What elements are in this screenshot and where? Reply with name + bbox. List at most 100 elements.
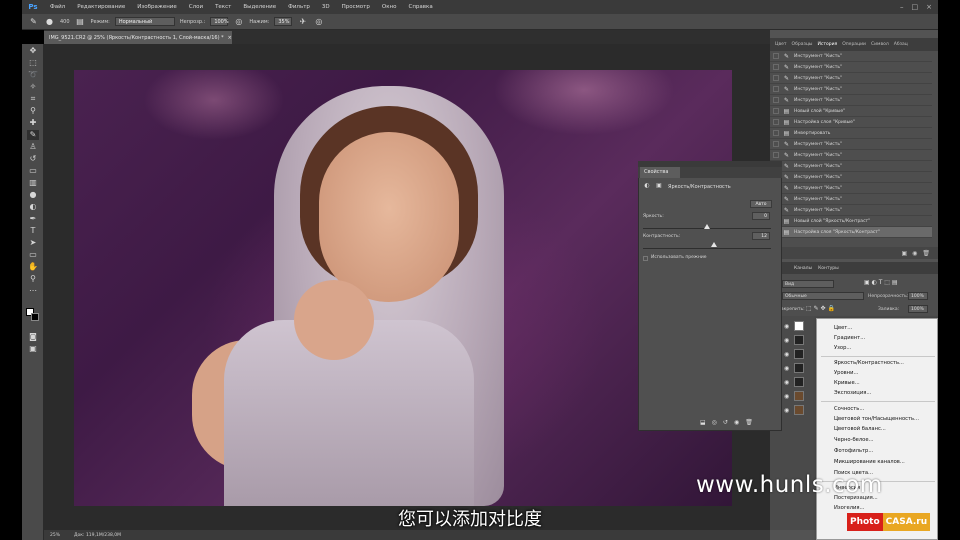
menu-type[interactable]: Текст (209, 4, 237, 10)
menu-item-solid-color[interactable]: Цвет... (834, 325, 852, 331)
history-checkbox[interactable] (773, 64, 779, 70)
eye-icon[interactable]: ◉ (784, 407, 791, 414)
trash-icon[interactable]: 🗑 (922, 250, 930, 257)
menu-help[interactable]: Справка (402, 4, 438, 10)
history-item[interactable]: ✎ Инструмент "Кисть" (770, 172, 932, 183)
quick-mask-icon[interactable]: ◙ (27, 332, 39, 342)
layer-opacity-field[interactable]: 100% (908, 292, 928, 300)
zoom-tool-icon[interactable]: ⚲ (27, 274, 39, 284)
menu-item-curves[interactable]: Кривые... (834, 380, 860, 386)
eye-icon[interactable]: ◉ (784, 365, 791, 372)
view-previous-icon[interactable]: ◎ (712, 419, 717, 426)
hand-tool-icon[interactable]: ✋ (27, 262, 39, 272)
menu-item-levels[interactable]: Уровни... (834, 370, 858, 376)
menu-item-color-balance[interactable]: Цветовой баланс... (834, 426, 886, 432)
blend-mode-select[interactable]: Обычные (782, 292, 864, 300)
menu-item-exposure[interactable]: Экспозиция... (834, 390, 871, 396)
tab-character[interactable]: Символ (871, 42, 889, 47)
history-item-selected[interactable]: ▤ Настройка слоя "Яркость/Контраст" (770, 227, 932, 238)
camera-icon[interactable]: ◉ (912, 250, 917, 257)
eye-icon[interactable]: ◉ (784, 323, 791, 330)
tab-color[interactable]: Цвет (775, 42, 787, 47)
menu-edit[interactable]: Редактирование (71, 4, 131, 10)
pressure-opacity-icon[interactable]: ◎ (233, 16, 244, 27)
brightness-slider-knob[interactable] (704, 224, 710, 229)
menu-item-photo-filter[interactable]: Фотофильтр... (834, 448, 873, 454)
contrast-field[interactable]: 12 (752, 232, 770, 240)
eye-icon[interactable]: ◉ (784, 393, 791, 400)
marquee-tool-icon[interactable]: ⬚ (27, 58, 39, 68)
history-item[interactable]: ✎ Инструмент "Кисть" (770, 183, 932, 194)
pen-tool-icon[interactable]: ✒ (27, 214, 39, 224)
menu-item-threshold[interactable]: Изогелия... (834, 505, 864, 511)
history-item[interactable]: ▤ Новый слой "Кривые" (770, 106, 932, 117)
contrast-slider-track[interactable] (643, 248, 771, 249)
tab-swatches[interactable]: Образцы (792, 42, 813, 47)
mode-select[interactable]: Нормальный (114, 17, 175, 26)
history-item[interactable]: ✎ Инструмент "Кисть" (770, 84, 932, 95)
healing-brush-tool-icon[interactable]: ✚ (27, 118, 39, 128)
mask-icon[interactable]: ▣ (655, 182, 663, 190)
history-item[interactable]: ✎ Инструмент "Кисть" (770, 73, 932, 84)
eye-icon[interactable]: ◉ (784, 379, 791, 386)
history-checkbox[interactable] (773, 108, 779, 114)
menu-item-black-white[interactable]: Черно-белое... (834, 437, 874, 443)
magic-wand-tool-icon[interactable]: ✧ (27, 82, 39, 92)
path-selection-tool-icon[interactable]: ➤ (27, 238, 39, 248)
shape-tool-icon[interactable]: ▭ (27, 250, 39, 260)
contrast-slider-knob[interactable] (711, 242, 717, 247)
brush-preset-icon[interactable]: ● (44, 16, 55, 27)
trash-icon[interactable]: 🗑 (745, 419, 753, 426)
visibility-icon[interactable]: ◉ (734, 419, 739, 426)
menu-item-gradient[interactable]: Градиент... (834, 335, 865, 341)
history-checkbox[interactable] (773, 75, 779, 81)
lock-icons[interactable]: ⬚ ✎ ✥ 🔒 (806, 305, 835, 312)
history-item[interactable]: ✎ Инструмент "Кисть" (770, 95, 932, 106)
move-tool-icon[interactable]: ✥ (27, 46, 39, 56)
menu-item-brightness-contrast[interactable]: Яркость/Контрастность... (834, 360, 904, 366)
gradient-tool-icon[interactable]: ▥ (27, 178, 39, 188)
maximize-button[interactable]: □ (912, 3, 919, 11)
lasso-tool-icon[interactable]: ➰ (27, 70, 39, 80)
history-item[interactable]: ▤ Настройка слоя "Кривые" (770, 117, 932, 128)
menu-item-hue-saturation[interactable]: Цветовой тон/Насыщенность... (834, 416, 919, 422)
history-checkbox[interactable] (773, 119, 779, 125)
history-checkbox[interactable] (773, 141, 779, 147)
history-item[interactable]: ✎ Инструмент "Кисть" (770, 62, 932, 73)
layer-kind-filter[interactable]: Вид (782, 280, 834, 288)
eraser-tool-icon[interactable]: ▭ (27, 166, 39, 176)
reset-icon[interactable]: ↺ (723, 419, 728, 426)
brush-icon[interactable]: ✎ (28, 16, 39, 27)
menu-image[interactable]: Изображение (131, 4, 183, 10)
zoom-level[interactable]: 25% (50, 533, 60, 538)
snapshot-from-state-icon[interactable]: ▣ (901, 250, 907, 257)
screen-mode-icon[interactable]: ▣ (27, 344, 39, 354)
menu-window[interactable]: Окно (376, 4, 403, 10)
history-checkbox[interactable] (773, 152, 779, 158)
history-brush-tool-icon[interactable]: ↺ (27, 154, 39, 164)
crop-tool-icon[interactable]: ⌗ (27, 94, 39, 104)
menu-layers[interactable]: Слои (183, 4, 209, 10)
history-item[interactable]: ✎ Инструмент "Кисть" (770, 205, 932, 216)
type-tool-icon[interactable]: T (27, 226, 39, 236)
tab-paths[interactable]: Контуры (818, 266, 839, 271)
tab-channels[interactable]: Каналы (794, 266, 812, 271)
opacity-field[interactable]: 100% (210, 17, 229, 26)
document-tab[interactable]: IMG_9521.CR2 @ 25% (Яркость/Контрастност… (44, 31, 232, 44)
history-item[interactable]: ▤ Инвертировать (770, 128, 932, 139)
menu-3d[interactable]: 3D (316, 4, 336, 10)
layer-fill-field[interactable]: 100% (908, 305, 928, 313)
more-tools-icon[interactable]: ⋯ (27, 286, 39, 296)
menu-item-pattern[interactable]: Узор... (834, 345, 851, 351)
background-color-swatch[interactable] (31, 313, 39, 321)
document-image[interactable] (74, 70, 732, 506)
minimize-button[interactable]: – (900, 3, 904, 11)
history-checkbox[interactable] (773, 97, 779, 103)
tab-actions[interactable]: Операции (842, 42, 866, 47)
menu-item-vibrance[interactable]: Сочность... (834, 406, 864, 412)
blur-tool-icon[interactable]: ● (27, 190, 39, 200)
history-checkbox[interactable] (773, 130, 779, 136)
document-tab-close[interactable]: × (228, 35, 232, 41)
menu-view[interactable]: Просмотр (336, 4, 376, 10)
pressure-size-icon[interactable]: ◎ (313, 16, 324, 27)
